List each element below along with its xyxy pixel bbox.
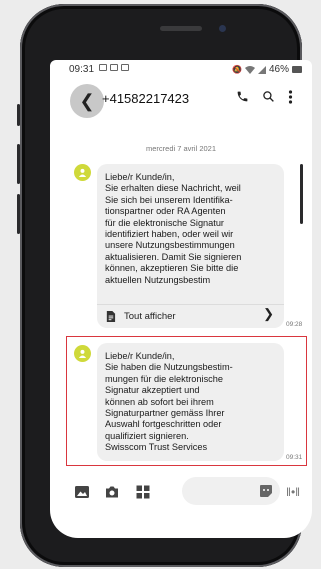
phone-screen: 09:31 🔕 46% ❮ +41582217423 mercredi 7 av… <box>50 60 312 538</box>
volume-up-button <box>17 144 20 184</box>
earpiece-speaker <box>160 26 202 31</box>
mute-icon: 🔕 <box>232 65 242 74</box>
apps-icon[interactable] <box>136 485 150 499</box>
show-all-label: Tout afficher <box>124 310 176 322</box>
back-button[interactable]: ❮ <box>70 84 104 118</box>
front-camera <box>219 25 226 32</box>
message-composer: ‖•‖ <box>50 472 312 512</box>
volume-down-button <box>17 194 20 234</box>
chevron-right-icon: ❯ <box>263 306 274 321</box>
notification-icon <box>121 64 129 71</box>
phone-frame: 09:31 🔕 46% ❮ +41582217423 mercredi 7 av… <box>17 4 312 567</box>
camera-icon[interactable] <box>105 485 119 499</box>
message-text: Liebe/r Kunde/in, Sie erhalten diese Nac… <box>105 172 242 285</box>
document-icon <box>106 311 116 322</box>
battery-percent: 46% <box>268 64 289 75</box>
notification-icons <box>99 64 129 71</box>
search-icon[interactable] <box>262 90 275 106</box>
sender-avatar[interactable] <box>74 345 91 362</box>
mute-switch <box>17 104 20 126</box>
back-arrow-icon: ❮ <box>79 90 95 111</box>
message-time: 09:31 <box>286 454 303 461</box>
call-icon[interactable] <box>236 90 249 106</box>
message-time: 09:28 <box>286 321 303 328</box>
conversation-header: ❮ +41582217423 <box>50 81 312 121</box>
status-bar: 09:31 🔕 46% <box>50 60 312 80</box>
notification-icon <box>99 64 107 71</box>
person-icon <box>78 349 87 358</box>
more-options-icon[interactable] <box>288 90 293 107</box>
gallery-icon[interactable] <box>75 485 89 499</box>
status-time: 09:31 <box>69 64 95 75</box>
show-all-button[interactable]: Tout afficher ❯ <box>97 304 284 328</box>
contact-number: +41582217423 <box>102 91 190 106</box>
sticker-icon[interactable] <box>259 484 273 498</box>
voice-icon[interactable]: ‖•‖ <box>286 485 300 499</box>
date-separator: mercredi 7 avril 2021 <box>145 144 217 153</box>
wifi-icon <box>244 65 255 74</box>
battery-icon <box>292 66 302 73</box>
message-bubble[interactable]: Liebe/r Kunde/in, Sie haben die Nutzungs… <box>97 343 284 461</box>
person-icon <box>78 168 87 177</box>
message-bubble[interactable]: Liebe/r Kunde/in, Sie erhalten diese Nac… <box>97 164 284 328</box>
power-button <box>300 164 303 224</box>
status-right: 🔕 46% <box>232 64 302 75</box>
sender-avatar[interactable] <box>74 164 91 181</box>
notification-icon <box>110 64 118 71</box>
message-input[interactable] <box>182 477 280 505</box>
message-text: Liebe/r Kunde/in, Sie haben die Nutzungs… <box>105 351 233 453</box>
signal-icon <box>257 65 266 74</box>
